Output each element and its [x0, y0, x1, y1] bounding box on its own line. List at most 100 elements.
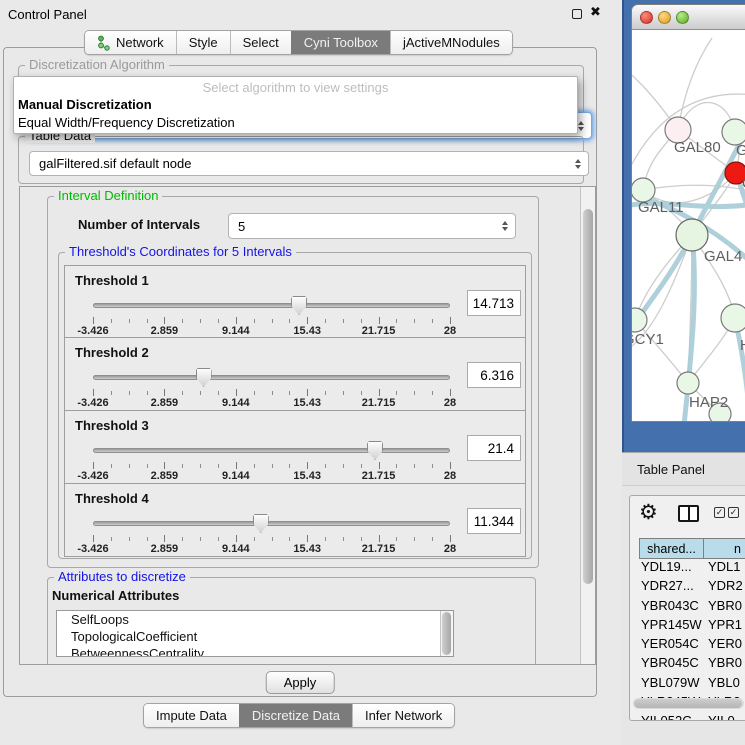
slider-tick [182, 537, 183, 541]
threshold-value-field[interactable] [467, 362, 521, 388]
table-cell-shared-name: YER054C [641, 636, 699, 651]
attribute-list-item[interactable]: BetweennessCentrality [57, 645, 453, 657]
slider-track[interactable] [93, 303, 450, 308]
network-view-window[interactable]: GAL80 GA C GAL11 GAL4 GCY1 H HAP2 [631, 4, 745, 422]
float-window-icon[interactable] [572, 9, 582, 19]
tab-select[interactable]: Select [230, 31, 291, 54]
slider-tick [450, 462, 451, 469]
table-row[interactable]: YDR27... YDR2 [631, 578, 745, 597]
table-row[interactable]: YPR145WYPR1 [631, 617, 745, 636]
slider-tick [450, 317, 451, 324]
node-h[interactable] [721, 304, 745, 332]
dropdown-option-manual-discretization[interactable]: Manual Discretization [14, 96, 577, 114]
checkbox-checked-icon[interactable]: ✓ [714, 507, 725, 518]
table-cell-name: YIL0 [708, 713, 735, 721]
column-header-name[interactable]: n [704, 538, 745, 559]
slider-tick [432, 537, 433, 541]
list-scrollbar[interactable] [440, 611, 453, 656]
zoom-traffic-light-icon[interactable] [676, 11, 689, 24]
slider-tick [325, 464, 326, 468]
threshold-value-field[interactable] [467, 508, 521, 534]
slider-tick-labels: -3.4262.8599.14415.4321.71528 [93, 543, 450, 555]
threshold-label: Threshold 3 [75, 418, 149, 433]
slider-track[interactable] [93, 375, 450, 380]
numerical-attributes-list[interactable]: SelfLoopsTopologicalCoefficientBetweenne… [56, 610, 454, 657]
threshold-value-field[interactable] [467, 435, 521, 461]
slider-track[interactable] [93, 448, 450, 453]
tab-impute-data[interactable]: Impute Data [144, 704, 239, 727]
scrollbar-thumb[interactable] [442, 612, 451, 655]
slider-tick [164, 317, 165, 324]
threshold-value-field[interactable] [467, 290, 521, 316]
threshold-label: Threshold 2 [75, 345, 149, 360]
gear-icon[interactable]: ⚙ [639, 500, 658, 525]
slider-thumb[interactable] [196, 368, 212, 387]
slider-thumb[interactable] [253, 514, 269, 533]
checkbox-checked-icon[interactable]: ✓ [728, 507, 739, 518]
table-row[interactable]: YBR045CYBR0 [631, 655, 745, 674]
table-row[interactable]: YER054CYER0 [631, 636, 745, 655]
table-row[interactable]: YBR043CYBR0 [631, 598, 745, 617]
scrollbar-thumb[interactable] [634, 699, 742, 708]
slider-tick [379, 317, 380, 324]
close-traffic-light-icon[interactable] [640, 11, 653, 24]
node-label-gal4: GAL4 [704, 248, 742, 265]
tab-style[interactable]: Style [176, 31, 230, 54]
table-data-combobox[interactable]: galFiltered.sif default node [29, 151, 589, 176]
attributes-group: Attributes to discretize Numerical Attri… [47, 577, 536, 665]
tab-network[interactable]: Network [85, 31, 176, 54]
dropdown-prompt: Select algorithm to view settings [14, 77, 577, 96]
slider-tick [432, 319, 433, 323]
split-table-icon[interactable] [678, 505, 699, 522]
table-cell-shared-name: YDR27... [641, 578, 694, 593]
slider-track[interactable] [93, 521, 450, 526]
slider-tick-label: -3.426 [77, 325, 108, 337]
table-row[interactable]: YBL079WYBL0 [631, 675, 745, 694]
slider-tick [147, 464, 148, 468]
dropdown-option-equal-width-frequency[interactable]: Equal Width/Frequency Discretization [14, 114, 577, 132]
panel-scrollbar[interactable] [580, 187, 595, 664]
table-panel-header: Table Panel [622, 452, 745, 486]
slider-tick [289, 537, 290, 541]
tab-cyni-toolbox[interactable]: Cyni Toolbox [291, 31, 390, 54]
tab-infer-network[interactable]: Infer Network [352, 704, 454, 727]
scrollbar-thumb[interactable] [583, 209, 593, 584]
group-title: Threshold's Coordinates for 5 Intervals [65, 244, 296, 259]
tab-discretize-data[interactable]: Discretize Data [239, 704, 352, 727]
horizontal-scrollbar[interactable] [633, 698, 744, 709]
column-header-shared-name[interactable]: shared... [639, 538, 704, 559]
threshold-1-slider[interactable]: -3.4262.8599.14415.4321.71528 [93, 296, 450, 336]
close-icon[interactable]: ✖ [590, 4, 601, 20]
slider-tick [396, 537, 397, 541]
slider-tick [307, 462, 308, 469]
settings-scrollpane: Interval Definition Number of Intervals … [19, 186, 596, 665]
threshold-4-slider[interactable]: -3.4262.8599.14415.4321.71528 [93, 514, 450, 554]
apply-button[interactable]: Apply [266, 671, 335, 694]
slider-thumb[interactable] [291, 296, 307, 315]
tab-jactivemnodules[interactable]: jActiveMNodules [390, 31, 512, 54]
attribute-list-item[interactable]: SelfLoops [57, 611, 453, 628]
attribute-list-item[interactable]: TopologicalCoefficient [57, 628, 453, 645]
table-cell-name: YDR2 [708, 578, 743, 593]
slider-tick-label: 2.859 [151, 543, 179, 555]
network-window-titlebar[interactable] [632, 5, 745, 30]
slider-tick [147, 319, 148, 323]
table-row[interactable]: YIL052CYIL0 [631, 713, 745, 721]
minimize-traffic-light-icon[interactable] [658, 11, 671, 24]
slider-tick [254, 319, 255, 323]
slider-tick [432, 464, 433, 468]
column-checkboxes[interactable]: ✓ ✓ [714, 507, 739, 518]
table-row[interactable]: YDL19...YDL1 [631, 559, 745, 578]
network-canvas[interactable]: GAL80 GA C GAL11 GAL4 GCY1 H HAP2 [632, 30, 745, 421]
slider-thumb[interactable] [367, 441, 383, 460]
slider-tick-labels: -3.4262.8599.14415.4321.71528 [93, 470, 450, 482]
node-gal4[interactable] [676, 219, 708, 251]
number-of-intervals-combobox[interactable]: 5 [228, 213, 516, 239]
slider-tick [254, 537, 255, 541]
node-hap2[interactable] [677, 372, 699, 394]
threshold-2-slider[interactable]: -3.4262.8599.14415.4321.71528 [93, 368, 450, 408]
slider-tick [289, 391, 290, 395]
slider-tick [450, 389, 451, 396]
threshold-3-slider[interactable]: -3.4262.8599.14415.4321.71528 [93, 441, 450, 481]
slider-tick [325, 537, 326, 541]
